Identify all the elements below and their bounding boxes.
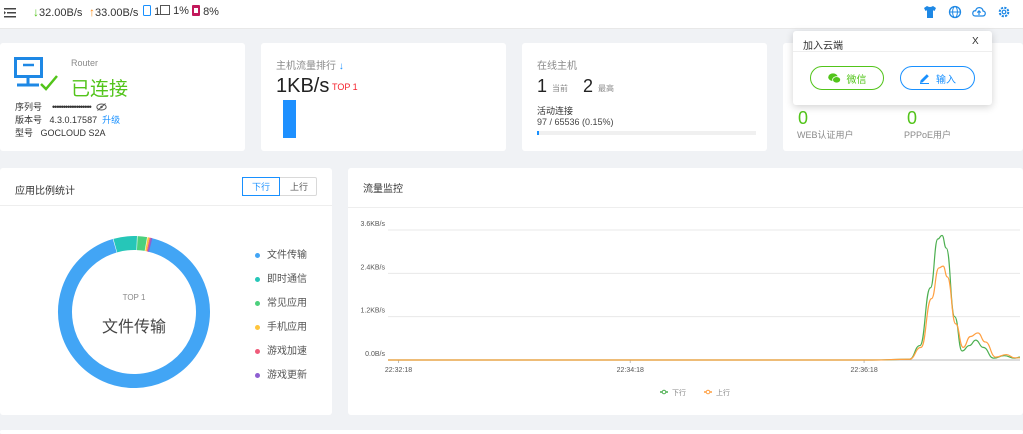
pencil-icon (920, 73, 929, 84)
traffic-monitor-title: 流量监控 (363, 184, 403, 195)
traffic-rank-badge: TOP 1 (332, 82, 358, 92)
traffic-rank-value: 1KB/s (276, 75, 330, 97)
y-tick-label: 3.6KB/s (360, 221, 385, 228)
legend-item[interactable]: 游戏更新 (255, 366, 307, 381)
online-max-label: 最高 (598, 84, 614, 93)
x-tick-label: 22:32:18 (385, 367, 412, 374)
online-current-value: 1 (537, 76, 548, 96)
active-conn-progress (537, 131, 756, 135)
wechat-button[interactable]: 微信 (810, 66, 884, 90)
tab-upload[interactable]: 上行 (280, 177, 318, 196)
router-status: 已连接 (71, 79, 129, 100)
gear-icon[interactable] (997, 5, 1011, 19)
memory-icon (192, 5, 200, 16)
card-divider (0, 205, 332, 206)
chart-legend-item[interactable]: 上行 (704, 388, 730, 397)
sort-down-icon[interactable]: ↓ (339, 61, 344, 72)
router-card: Router 已连接 序列号 •••••••••••••••••• 版本号 4.… (0, 43, 245, 151)
donut-slice[interactable] (113, 236, 138, 253)
traffic-rank-card: 主机流量排行 ↓ 1KB/s TOP 1 (261, 43, 506, 151)
popup-divider (793, 51, 992, 52)
upgrade-link[interactable]: 升级 (102, 115, 120, 125)
cpu-usage: 1% (160, 5, 189, 17)
input-button[interactable]: 输入 (900, 66, 975, 90)
chart-legend-item[interactable]: 下行 (660, 388, 686, 397)
legend-item[interactable]: 文件传输 (255, 246, 307, 261)
legend-item[interactable]: 常见应用 (255, 294, 307, 309)
y-tick-label: 2.4KB/s (360, 264, 385, 271)
pppoe-users-label: PPPoE用户 (904, 130, 952, 140)
app-donut-chart (58, 236, 210, 388)
active-conn-label: 活动连接 (537, 106, 574, 116)
traffic-monitor-card: 流量监控 0.0B/s 1.2KB/s 2.4KB/s 3.6KB/s 22:32:18… (348, 168, 1023, 415)
active-conn-value: 97 / 65536 (0.15%) (537, 117, 614, 127)
series-line (388, 234, 1021, 361)
next-card-edge (0, 430, 1023, 434)
download-speed: ↓32.00B/s (33, 5, 83, 19)
traffic-rank-title: 主机流量排行 ↓ (276, 61, 344, 72)
model-row: 型号 GOCLOUD S2A (15, 128, 106, 138)
donut-slice[interactable] (136, 236, 148, 251)
web-users-value: 0 (798, 108, 809, 128)
version-row: 版本号 4.3.0.17587 升级 (15, 115, 121, 125)
router-icon (14, 57, 58, 91)
donut-center-label: 文件传输 (101, 319, 166, 336)
y-tick-label: 1.2KB/s (360, 308, 385, 315)
traffic-line-chart: 0.0B/s 1.2KB/s 2.4KB/s 3.6KB/s 22:32:18 22:34… (360, 221, 1021, 397)
web-users-label: WEB认证用户 (797, 130, 854, 140)
shirt-icon[interactable] (923, 5, 937, 19)
memory-usage: 8% (192, 5, 219, 18)
join-cloud-title: 加入云端 (803, 41, 843, 52)
direction-tabs: 下行 上行 (242, 177, 317, 196)
x-tick-label: 22:34:18 (617, 367, 644, 374)
router-kind: Router (71, 58, 99, 68)
online-hosts-title: 在线主机 (537, 61, 577, 72)
svg-text:上行: 上行 (716, 388, 730, 397)
phone-icon (143, 5, 151, 16)
cpu-icon (160, 5, 170, 15)
top-bar: ↓32.00B/s ↑33.00B/s 1 1% 8% (0, 0, 1023, 29)
online-current-label: 当前 (552, 84, 568, 93)
cloud-upload-icon[interactable] (972, 5, 986, 19)
app-stats-card: 应用比例统计 下行 上行 TOP 1 文件传输 文件传输 即时通信 常见应用 手… (0, 168, 332, 415)
x-tick-label: 22:36:18 (850, 367, 877, 374)
wechat-icon (827, 72, 841, 83)
pppoe-users-value: 0 (907, 108, 918, 128)
svg-text:下行: 下行 (672, 388, 686, 397)
traffic-rank-bar (283, 100, 296, 138)
input-button-label: 输入 (936, 74, 956, 86)
online-max-value: 2 (583, 76, 594, 96)
menu-icon[interactable] (4, 6, 18, 20)
tab-download[interactable]: 下行 (242, 177, 280, 196)
globe-icon[interactable] (948, 5, 962, 19)
device-count: 1 (143, 5, 160, 18)
upload-speed: ↑33.00B/s (89, 5, 139, 19)
donut-center-top: TOP 1 (122, 293, 146, 302)
join-cloud-popup: 加入云端 X 微信 输入 (793, 31, 992, 105)
active-conn-progress-fill (537, 131, 539, 135)
router-details: 序列号 •••••••••••••••••• 版本号 4.3.0.17587 升… (15, 101, 120, 140)
y-tick-label: 0.0B/s (365, 351, 385, 358)
online-hosts-card: 在线主机 1 当前 2 最高 活动连接 97 / 65536 (0.15%) (522, 43, 767, 151)
legend-item[interactable]: 手机应用 (255, 318, 307, 333)
legend-item[interactable]: 即时通信 (255, 270, 307, 285)
close-button[interactable]: X (972, 36, 979, 47)
app-stats-title: 应用比例统计 (15, 186, 75, 197)
wechat-button-label: 微信 (846, 74, 867, 86)
legend-item[interactable]: 游戏加速 (255, 342, 307, 357)
serial-row: 序列号 •••••••••••••••••• (15, 101, 120, 114)
eye-hidden-icon[interactable] (96, 103, 107, 111)
